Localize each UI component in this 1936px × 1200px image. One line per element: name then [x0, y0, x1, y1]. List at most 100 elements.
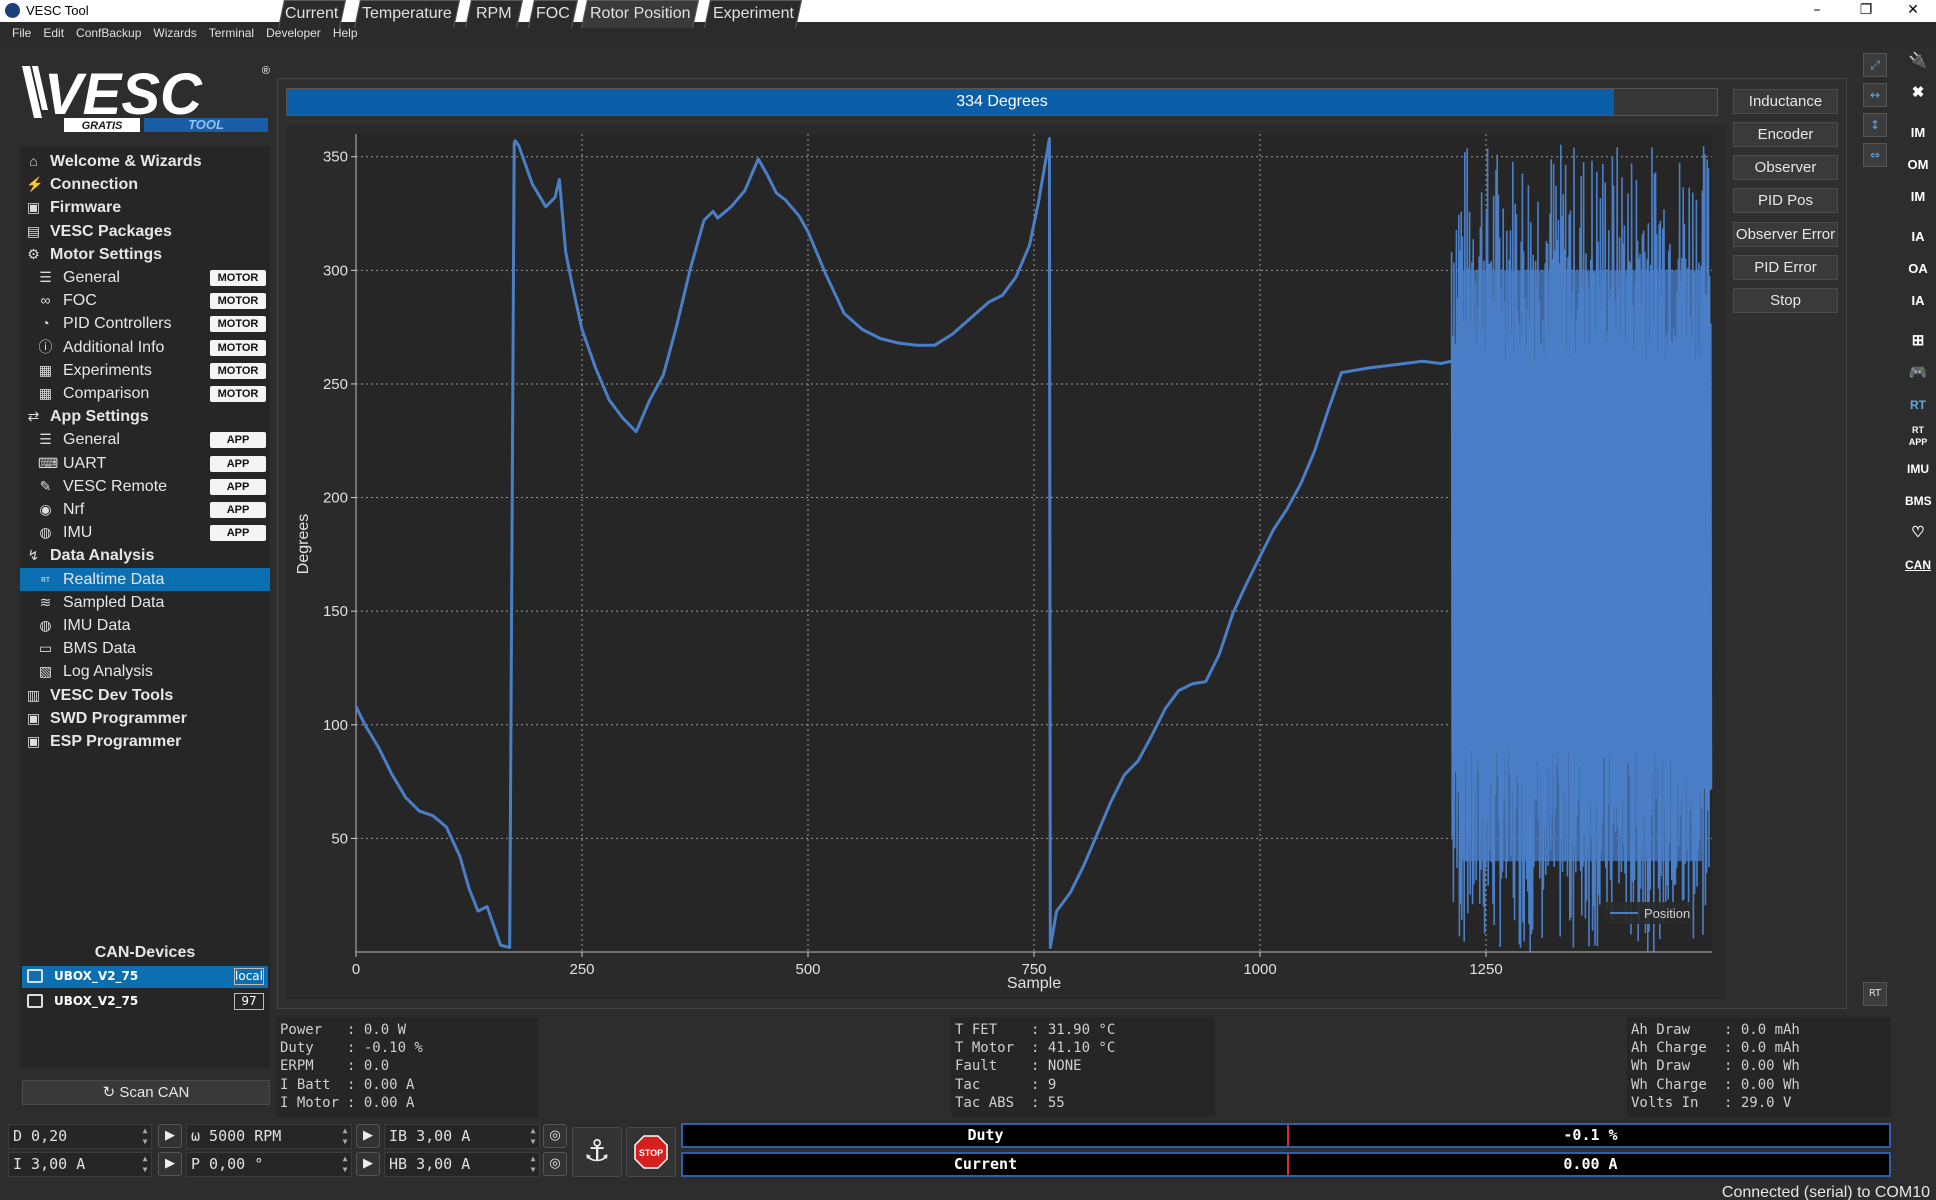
stop-sampling-button[interactable]: Stop — [1733, 288, 1838, 313]
sampled-icon: ≋ — [39, 593, 52, 610]
stream-imu-icon[interactable]: IMU — [1905, 456, 1931, 482]
nav-item-motor-settings[interactable]: ⚙ Motor Settings — [20, 243, 270, 266]
can-device-97[interactable]: UBOX_V2_75 97 — [22, 991, 268, 1013]
tab-rotor-position[interactable]: Rotor Position — [581, 0, 699, 28]
stream-bms-icon[interactable]: BMS — [1905, 488, 1932, 514]
tab-foc[interactable]: FOC — [528, 0, 578, 28]
rescale-icon[interactable]: ⤢ — [1863, 53, 1887, 77]
chip-icon — [27, 994, 43, 1008]
heart-icon[interactable]: ♡ — [1905, 520, 1931, 546]
nav-item-log-analysis[interactable]: ▧ Log Analysis — [20, 660, 270, 683]
nav-item-esp-programmer[interactable]: ▣ ESP Programmer — [20, 730, 270, 753]
spin-arrows-icon[interactable]: ▲ ▼ — [527, 1125, 539, 1148]
nav-item-swd-programmer[interactable]: ▣ SWD Programmer — [20, 707, 270, 730]
nav-item-general[interactable]: ☰ General APP — [20, 428, 270, 451]
nav-item-connection[interactable]: ⚡ Connection — [20, 173, 270, 196]
tab-experiment[interactable]: Experiment — [704, 0, 802, 28]
connect-icon[interactable]: 🔌 — [1905, 48, 1931, 74]
realtime-icon[interactable]: RT — [1863, 982, 1887, 1006]
pid-pos-button[interactable]: PID Pos — [1733, 188, 1838, 213]
nav-item-imu[interactable]: ◍ IMU APP — [20, 521, 270, 544]
nav-tree: ⌂ Welcome & Wizards ⚡ Connection ▣ Firmware ▤ V… — [20, 146, 270, 938]
spin-arrows-icon[interactable]: ▲ ▼ — [339, 1153, 351, 1176]
read-default-app-config-icon[interactable]: OA — [1905, 256, 1931, 282]
can-fwd-icon[interactable]: ⊞ — [1905, 328, 1931, 354]
nav-item-foc[interactable]: ∞ FOC MOTOR — [20, 289, 270, 312]
menu-edit[interactable]: Edit — [37, 22, 70, 44]
autoscale-icon[interactable]: ⇔ — [1863, 143, 1887, 167]
close-button[interactable]: ✕ — [1890, 0, 1936, 22]
spin-arrows-icon[interactable]: ▲ ▼ — [527, 1153, 539, 1176]
nav-item-sampled-data[interactable]: ≋ Sampled Data — [20, 591, 270, 614]
write-motor-config-icon[interactable]: IM — [1905, 184, 1931, 210]
stream-rt-app-icon[interactable]: RT APP — [1905, 424, 1931, 450]
tab-temperature[interactable]: Temperature — [354, 0, 460, 28]
restore-button[interactable]: ❐ — [1843, 0, 1889, 22]
brake-current-input[interactable]: IB 3,00 A ▲ ▼ — [384, 1124, 540, 1149]
nav-item-vesc-remote[interactable]: ✎ VESC Remote APP — [20, 475, 270, 498]
stop-motor-button[interactable]: STOP — [626, 1127, 676, 1177]
read-motor-config-icon[interactable]: IM — [1905, 120, 1931, 146]
position-input[interactable]: P 0,00 ° ▲ ▼ — [186, 1152, 352, 1177]
nav-item-additional-info[interactable]: ⓘ Additional Info MOTOR — [20, 336, 270, 359]
write-app-config-icon[interactable]: IA — [1905, 288, 1931, 314]
play-duty-button[interactable]: ▶ — [158, 1124, 182, 1148]
play-rpm-button[interactable]: ▶ — [356, 1124, 380, 1148]
read-app-config-icon[interactable]: IA — [1905, 224, 1931, 250]
disconnect-icon[interactable]: ✖ — [1905, 80, 1931, 106]
duty-input[interactable]: D 0,20 ▲ ▼ — [8, 1124, 152, 1149]
stat-row: Ah Draw: 0.0 mAh — [1631, 1022, 1800, 1038]
encoder-button[interactable]: Encoder — [1733, 122, 1838, 147]
menu-terminal[interactable]: Terminal — [203, 22, 260, 44]
nav-item-general[interactable]: ☰ General MOTOR — [20, 266, 270, 289]
nav-item-pid-controllers[interactable]: ◔ PID Controllers MOTOR — [20, 312, 270, 335]
nav-item-vesc-dev-tools[interactable]: ▥ VESC Dev Tools — [20, 684, 270, 707]
current-input[interactable]: I 3,00 A ▲ ▼ — [8, 1152, 152, 1177]
inductance-button[interactable]: Inductance — [1733, 89, 1838, 114]
zoom-horizontal-icon[interactable]: ↔ — [1863, 83, 1887, 107]
can-device-local[interactable]: UBOX_V2_75 local — [22, 966, 268, 988]
zoom-vertical-icon[interactable]: ↕ — [1863, 113, 1887, 137]
nav-item-experiments[interactable]: ▦ Experiments MOTOR — [20, 359, 270, 382]
menu-file[interactable]: File — [0, 22, 37, 44]
spin-arrows-icon[interactable]: ▲ ▼ — [139, 1153, 151, 1176]
scan-can-button[interactable]: ↻ Scan CAN — [22, 1080, 270, 1105]
handbrake-input[interactable]: HB 3,00 A ▲ ▼ — [384, 1152, 540, 1177]
rpm-input[interactable]: ω 5000 RPM ▲ ▼ — [186, 1124, 352, 1149]
minimize-button[interactable]: – — [1794, 0, 1840, 22]
spin-arrows-icon[interactable]: ▲ ▼ — [339, 1125, 351, 1148]
nav-item-bms-data[interactable]: ▭ BMS Data — [20, 637, 270, 660]
stream-rt-data-icon[interactable]: RT — [1905, 392, 1931, 418]
nav-item-welcome-wizards[interactable]: ⌂ Welcome & Wizards — [20, 150, 270, 173]
play-brake-button[interactable]: ◎ — [543, 1124, 567, 1148]
stat-label: Ah Draw — [1631, 1022, 1691, 1038]
nav-item-imu-data[interactable]: ◍ IMU Data — [20, 614, 270, 637]
anchor-icon[interactable]: ⚓ — [572, 1127, 622, 1177]
rotor-position-plot[interactable]: 0 250 500 750 1000 1250 50 100 150 200 250 300 350 P… — [286, 124, 1726, 999]
can-scan-icon[interactable]: CAN — [1905, 552, 1931, 578]
pid-error-button[interactable]: PID Error — [1733, 255, 1838, 280]
play-position-button[interactable]: ▶ — [356, 1152, 380, 1176]
observer-error-button[interactable]: Observer Error — [1733, 222, 1838, 247]
play-current-button[interactable]: ▶ — [158, 1152, 182, 1176]
chip-icon: ▣ — [26, 199, 41, 216]
nav-item-vesc-packages[interactable]: ▤ VESC Packages — [20, 220, 270, 243]
menu-confbackup[interactable]: ConfBackup — [70, 22, 147, 44]
play-handbrake-button[interactable]: ◎ — [543, 1152, 567, 1176]
tab-current[interactable]: Current — [278, 0, 346, 28]
nav-item-firmware[interactable]: ▣ Firmware — [20, 196, 270, 219]
spin-arrows-icon[interactable]: ▲ ▼ — [139, 1125, 151, 1148]
duty-value: D 0,20 — [13, 1127, 68, 1145]
nav-item-realtime-data[interactable]: ʀᴛ Realtime Data — [20, 567, 270, 591]
gamepad-icon[interactable]: 🎮 — [1905, 360, 1931, 386]
nav-item-uart[interactable]: ⌨ UART APP — [20, 452, 270, 475]
nav-item-comparison[interactable]: ▦ Comparison MOTOR — [20, 382, 270, 405]
nav-item-app-settings[interactable]: ⇄ App Settings — [20, 405, 270, 428]
read-default-motor-config-icon[interactable]: OM — [1905, 152, 1931, 178]
menu-wizards[interactable]: Wizards — [147, 22, 202, 44]
nav-item-nrf[interactable]: ◉ Nrf APP — [20, 498, 270, 521]
tab-rpm[interactable]: RPM — [465, 0, 523, 28]
observer-button[interactable]: Observer — [1733, 155, 1838, 180]
stat-label: T Motor — [955, 1040, 1015, 1057]
nav-item-data-analysis[interactable]: ↯ Data Analysis — [20, 544, 270, 567]
